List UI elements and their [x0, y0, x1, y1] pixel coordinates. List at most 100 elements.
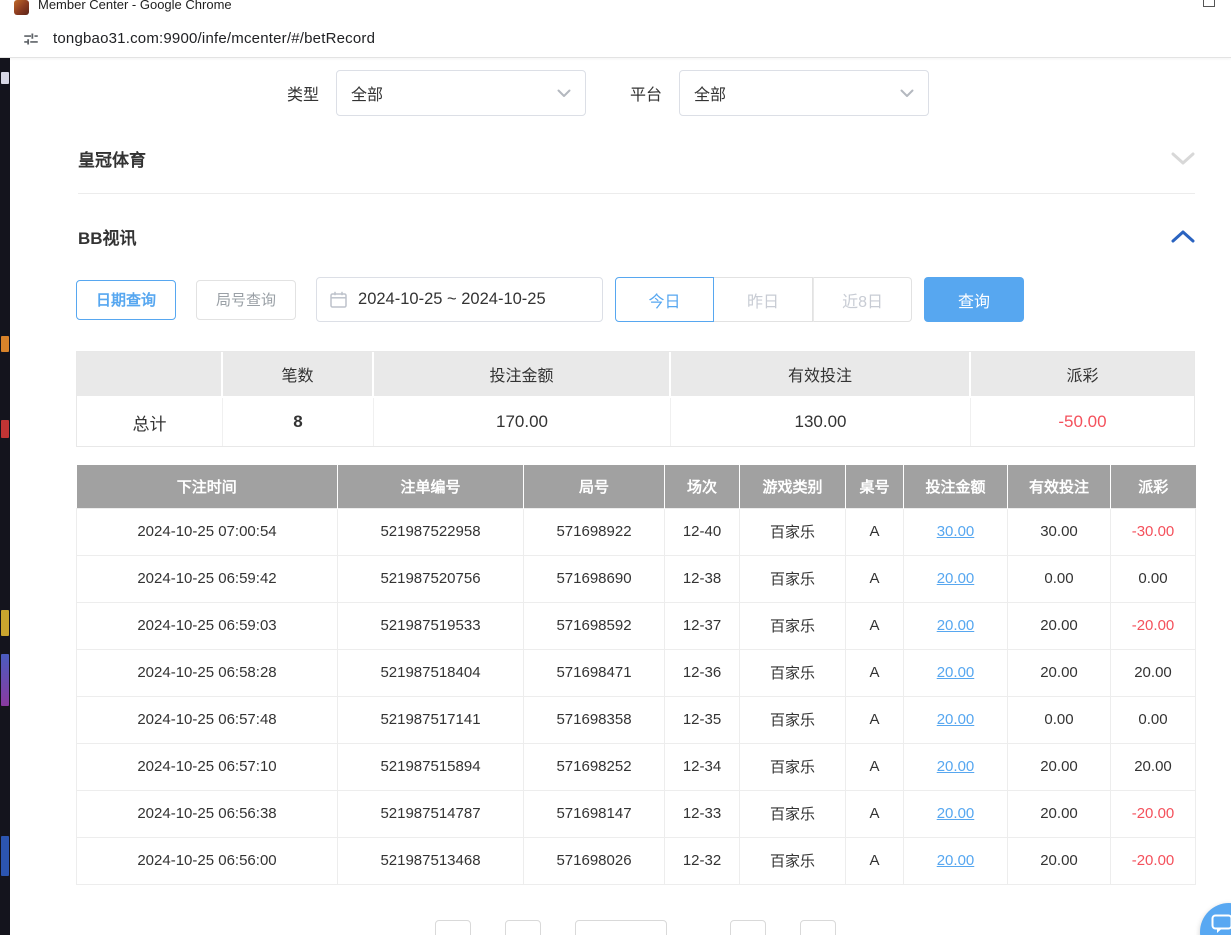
bet-time-cell: 2024-10-25 06:59:42	[77, 555, 338, 602]
section-crown-sports: 皇冠体育	[78, 146, 1195, 194]
round-number-cell: 571698358	[524, 696, 665, 743]
table-row: 2024-10-25 06:58:28521987518404571698471…	[77, 649, 1196, 696]
slip-number-cell: 521987513468	[338, 837, 524, 884]
game-type-cell: 百家乐	[740, 696, 846, 743]
slip-number-cell: 521987515894	[338, 743, 524, 790]
table-number-cell: A	[846, 790, 904, 837]
bet-amount-cell: 20.00	[904, 837, 1008, 884]
window-titlebar: Member Center - Google Chrome	[0, 0, 1231, 20]
game-type-cell: 百家乐	[740, 837, 846, 884]
summary-header-count: 笔数	[223, 352, 374, 398]
address-bar[interactable]: tongbao31.com:9900/infe/mcenter/#/betRec…	[0, 20, 1231, 58]
bet-amount-link[interactable]: 20.00	[937, 570, 975, 587]
bet-amount-cell: 20.00	[904, 790, 1008, 837]
bet-amount-link[interactable]: 20.00	[937, 711, 975, 728]
today-button[interactable]: 今日	[615, 277, 714, 322]
session-cell: 12-37	[665, 602, 740, 649]
slip-number-cell: 521987518404	[338, 649, 524, 696]
summary-total-row: 总计 8 170.00 130.00 -50.00	[77, 398, 1194, 446]
pagination-next-button[interactable]	[730, 920, 766, 935]
platform-select[interactable]: 全部	[679, 70, 929, 116]
bet-amount-link[interactable]: 30.00	[937, 523, 975, 540]
round-number-cell: 571698922	[524, 508, 665, 555]
pagination-jump-input[interactable]	[800, 920, 836, 935]
pagination-page-size-select[interactable]	[575, 920, 667, 935]
background-fragment	[1, 420, 9, 438]
chevron-down-icon	[1171, 152, 1195, 165]
round-number-cell: 571698690	[524, 555, 665, 602]
bb-video-title: BB视讯	[78, 224, 137, 249]
header-game-type: 游戏类别	[740, 465, 846, 508]
chevron-down-icon	[557, 89, 571, 98]
bet-amount-cell: 20.00	[904, 743, 1008, 790]
game-type-cell: 百家乐	[740, 602, 846, 649]
header-session: 场次	[665, 465, 740, 508]
window-restore-button[interactable]	[1203, 0, 1215, 7]
summary-header-payout: 派彩	[971, 352, 1194, 398]
table-number-cell: A	[846, 649, 904, 696]
summary-header-empty	[77, 352, 223, 398]
summary-count-value: 8	[223, 398, 374, 446]
session-cell: 12-34	[665, 743, 740, 790]
bet-amount-link[interactable]: 20.00	[937, 758, 975, 775]
session-cell: 12-35	[665, 696, 740, 743]
bet-time-cell: 2024-10-25 06:56:38	[77, 790, 338, 837]
bet-time-cell: 2024-10-25 07:00:54	[77, 508, 338, 555]
quick-range-group: 今日 昨日 近8日	[615, 277, 912, 322]
bet-amount-link[interactable]: 20.00	[937, 664, 975, 681]
background-fragment	[1, 654, 9, 706]
header-valid-bet: 有效投注	[1008, 465, 1111, 508]
bb-video-header[interactable]: BB视讯	[78, 224, 1195, 249]
payout-cell: -20.00	[1111, 790, 1196, 837]
session-cell: 12-36	[665, 649, 740, 696]
valid-bet-cell: 20.00	[1008, 743, 1111, 790]
bet-amount-link[interactable]: 20.00	[937, 805, 975, 822]
type-select[interactable]: 全部	[336, 70, 586, 116]
bet-amount-cell: 20.00	[904, 696, 1008, 743]
valid-bet-cell: 20.00	[1008, 602, 1111, 649]
session-cell: 12-38	[665, 555, 740, 602]
table-number-cell: A	[846, 837, 904, 884]
round-number-cell: 571698592	[524, 602, 665, 649]
table-number-cell: A	[846, 508, 904, 555]
background-window-strip	[0, 58, 10, 935]
type-select-value: 全部	[351, 81, 557, 105]
slip-number-cell: 521987514787	[338, 790, 524, 837]
session-cell: 12-33	[665, 790, 740, 837]
round-number-cell: 571698147	[524, 790, 665, 837]
summary-payout-value: -50.00	[971, 398, 1194, 446]
bet-amount-link[interactable]: 20.00	[937, 852, 975, 869]
payout-cell: -20.00	[1111, 602, 1196, 649]
window-title: Member Center - Google Chrome	[38, 0, 232, 12]
date-range-input[interactable]: 2024-10-25 ~ 2024-10-25	[316, 277, 603, 322]
pagination-page-button[interactable]	[505, 920, 541, 935]
bet-amount-cell: 30.00	[904, 508, 1008, 555]
background-fragment	[1, 336, 9, 352]
site-settings-icon[interactable]	[22, 30, 40, 48]
round-number-cell: 571698252	[524, 743, 665, 790]
background-fragment	[1, 836, 9, 876]
date-query-tab[interactable]: 日期查询	[76, 280, 176, 320]
crown-sports-title: 皇冠体育	[78, 146, 146, 171]
crown-sports-header[interactable]: 皇冠体育	[78, 146, 1195, 171]
search-button[interactable]: 查询	[924, 277, 1024, 322]
table-header-row: 下注时间 注单编号 局号 场次 游戏类别 桌号 投注金额 有效投注 派彩	[77, 465, 1196, 508]
table-row: 2024-10-25 07:00:54521987522958571698922…	[77, 508, 1196, 555]
summary-header-bet: 投注金额	[374, 352, 671, 398]
last-8-days-button[interactable]: 近8日	[813, 277, 912, 322]
summary-valid-value: 130.00	[671, 398, 971, 446]
yesterday-button[interactable]: 昨日	[714, 277, 813, 322]
background-fragment	[1, 610, 9, 636]
header-slip-number: 注单编号	[338, 465, 524, 508]
session-cell: 12-40	[665, 508, 740, 555]
payout-cell: -20.00	[1111, 837, 1196, 884]
valid-bet-cell: 20.00	[1008, 790, 1111, 837]
round-query-tab[interactable]: 局号查询	[196, 280, 296, 320]
slip-number-cell: 521987522958	[338, 508, 524, 555]
summary-header-valid: 有效投注	[671, 352, 971, 398]
table-row: 2024-10-25 06:56:38521987514787571698147…	[77, 790, 1196, 837]
customer-service-button[interactable]	[1200, 903, 1231, 935]
pagination-prev-button[interactable]	[435, 920, 471, 935]
bet-time-cell: 2024-10-25 06:56:00	[77, 837, 338, 884]
bet-amount-link[interactable]: 20.00	[937, 617, 975, 634]
